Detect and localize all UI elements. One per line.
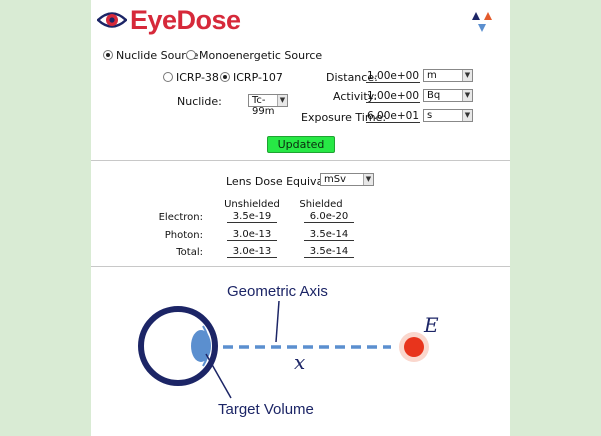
nuclide-select[interactable]: Tc-99m ▼ [248, 94, 288, 117]
total-unshielded-value: 3.0e-13 [227, 246, 277, 258]
activity-unit-select[interactable]: Bq ▼ [423, 89, 473, 102]
column-header-shielded: Shielded [299, 199, 343, 210]
row-label-electron: Electron: [158, 212, 203, 223]
nuclide-value: Tc-99m [252, 95, 275, 117]
app-logo: EyeDose [97, 4, 241, 36]
energy-symbol: E [423, 313, 439, 337]
source-point [404, 337, 424, 357]
chevron-down-icon: ▼ [462, 90, 472, 101]
photon-unshielded-value: 3.0e-13 [227, 229, 277, 241]
radio-dot [220, 72, 230, 82]
activity-unit: Bq [427, 90, 441, 101]
exposure-input[interactable]: 6.00e+01 [366, 110, 420, 123]
radio-label: Monoenergetic Source [199, 49, 323, 62]
radio-icrp-38[interactable]: ICRP-38 [163, 71, 219, 84]
total-shielded-value: 3.5e-14 [304, 246, 354, 258]
exposure-unit: s [427, 110, 433, 121]
electron-unshielded-value: 3.5e-19 [227, 211, 277, 223]
target-volume-label: Target Volume [218, 401, 314, 418]
chevron-down-icon: ▼ [462, 70, 472, 81]
dose-unit-select[interactable]: mSv ▼ [320, 173, 374, 186]
radio-dot [163, 72, 173, 82]
geometry-diagram: Geometric Axis x E Target Volume [138, 283, 439, 418]
row-label-photon: Photon: [164, 230, 203, 241]
exposure-unit-select[interactable]: s ▼ [423, 109, 473, 122]
chevron-down-icon: ▼ [462, 110, 472, 121]
eye-logo-icon [97, 12, 127, 28]
main-panel: EyeDose Nuclide Source Monoenergetic Sou… [91, 0, 510, 436]
radio-label: ICRP-107 [233, 71, 283, 84]
nuclide-label: Nuclide: [177, 95, 222, 108]
radio-dot [186, 50, 196, 60]
radio-dot [103, 50, 113, 60]
distance-input[interactable]: 1.00e+00 [366, 70, 420, 83]
column-header-unshielded: Unshielded [224, 199, 280, 210]
radio-nuclide-source[interactable]: Nuclide Source [103, 49, 198, 62]
electron-shielded-value: 6.0e-20 [304, 211, 354, 223]
target-pointer-line [205, 353, 232, 399]
activity-input[interactable]: 1.00e+00 [366, 90, 420, 103]
radio-monoenergetic-source[interactable]: Monoenergetic Source [186, 49, 322, 62]
geometric-axis-label: Geometric Axis [227, 283, 328, 300]
app-title: EyeDose [130, 4, 241, 35]
brand-triangles-icon [472, 12, 492, 32]
update-button[interactable]: Updated [267, 136, 335, 153]
axis-pointer-line [275, 300, 280, 343]
photon-shielded-value: 3.5e-14 [304, 229, 354, 241]
distance-unit: m [427, 70, 437, 81]
row-label-total: Total: [176, 247, 203, 258]
chevron-down-icon: ▼ [363, 174, 373, 185]
radio-label: ICRP-38 [176, 71, 219, 84]
distance-unit-select[interactable]: m ▼ [423, 69, 473, 82]
divider [91, 266, 510, 267]
chevron-down-icon: ▼ [277, 95, 287, 106]
distance-symbol: x [294, 350, 305, 374]
radio-icrp-107[interactable]: ICRP-107 [220, 71, 283, 84]
dose-unit: mSv [324, 174, 347, 185]
divider [91, 160, 510, 161]
